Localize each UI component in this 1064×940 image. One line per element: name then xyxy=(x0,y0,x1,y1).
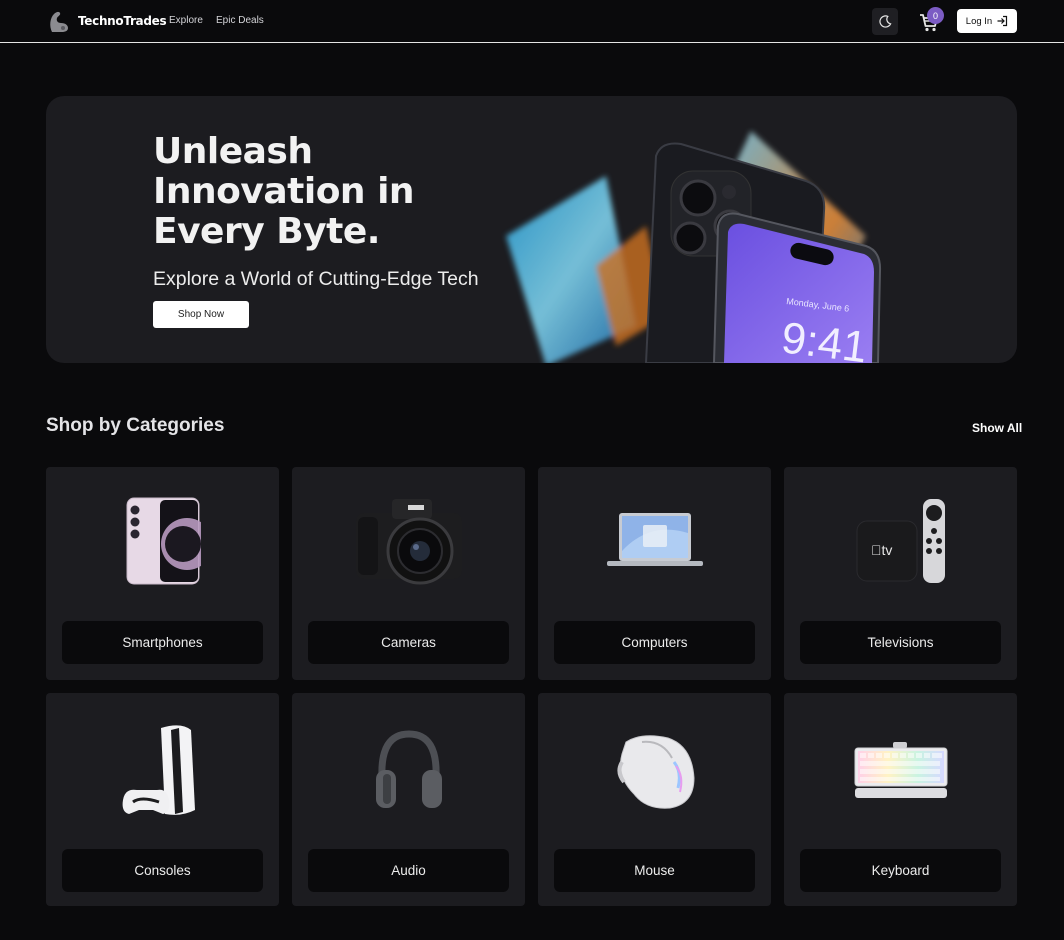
moon-icon xyxy=(878,15,891,28)
cart-count-badge: 0 xyxy=(927,7,944,24)
brand-name: TechnoTrades xyxy=(78,14,167,28)
category-label: Keyboard xyxy=(800,849,1001,892)
navbar: TechnoTrades Explore Epic Deals 0 Log In xyxy=(0,0,1064,43)
flexed-arm-icon xyxy=(50,11,68,32)
brand-logo[interactable]: TechnoTrades xyxy=(46,8,167,34)
hero-banner: Unleash Innovation in Every Byte. Explor… xyxy=(46,96,1017,363)
category-label: Audio xyxy=(308,849,509,892)
keyboard-icon xyxy=(854,742,947,798)
categories-grid: Smartphones Cameras Computers tv Televis… xyxy=(46,467,1017,906)
login-arrow-icon xyxy=(997,15,1008,27)
hero-phone-image: Monday, June 6 9:41 xyxy=(506,131,882,363)
category-label: Computers xyxy=(554,621,755,664)
category-card-consoles[interactable]: Consoles xyxy=(46,693,279,906)
category-card-televisions[interactable]: tv Televisions xyxy=(784,467,1017,680)
category-card-keyboard[interactable]: Keyboard xyxy=(784,693,1017,906)
category-card-cameras[interactable]: Cameras xyxy=(292,467,525,680)
nav-link-epic-deals[interactable]: Epic Deals xyxy=(216,15,264,26)
hero-subtitle: Explore a World of Cutting-Edge Tech xyxy=(153,268,479,290)
category-label: Televisions xyxy=(800,621,1001,664)
hero-title-line: Unleash xyxy=(153,131,313,172)
show-all-link[interactable]: Show All xyxy=(972,421,1022,435)
category-card-smartphones[interactable]: Smartphones xyxy=(46,467,279,680)
camera-icon xyxy=(355,499,462,585)
hero-title-line: Every Byte. xyxy=(153,211,380,252)
category-card-mouse[interactable]: Mouse xyxy=(538,693,771,906)
hero-title: Unleash Innovation in Every Byte. xyxy=(153,132,513,252)
hero-title-line: Innovation in xyxy=(153,171,415,212)
theme-toggle-button[interactable] xyxy=(872,8,898,35)
category-label: Cameras xyxy=(308,621,509,664)
console-icon xyxy=(122,725,195,815)
login-button[interactable]: Log In xyxy=(957,9,1017,33)
laptop-icon xyxy=(606,513,703,566)
headphones-icon xyxy=(375,730,442,808)
smartphone-icon xyxy=(126,497,201,585)
category-label: Mouse xyxy=(554,849,755,892)
categories-title: Shop by Categories xyxy=(46,415,225,436)
category-card-audio[interactable]: Audio xyxy=(292,693,525,906)
shop-now-button[interactable]: Shop Now xyxy=(153,301,249,328)
tv-box-icon: tv xyxy=(856,499,945,583)
category-card-computers[interactable]: Computers xyxy=(538,467,771,680)
nav-link-explore[interactable]: Explore xyxy=(169,15,203,26)
login-button-label: Log In xyxy=(965,15,993,27)
svg-text:tv: tv xyxy=(871,542,892,558)
mouse-icon xyxy=(616,735,695,809)
category-label: Consoles xyxy=(62,849,263,892)
category-label: Smartphones xyxy=(62,621,263,664)
